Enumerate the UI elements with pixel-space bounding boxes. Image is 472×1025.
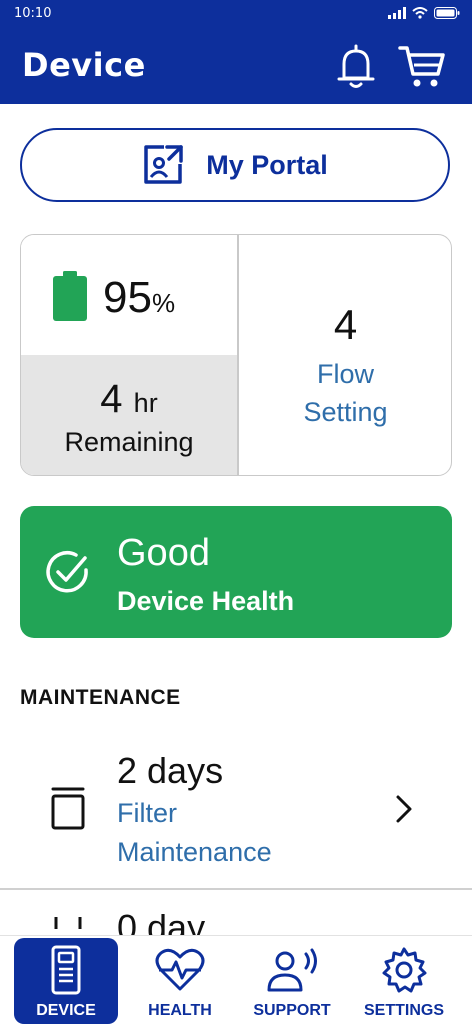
filter-maintenance-item[interactable]: 2 days Filter Maintenance xyxy=(0,740,472,888)
battery-status-icon xyxy=(434,7,460,19)
filter-maintenance-value: 2 days xyxy=(117,750,224,791)
device-health-card[interactable]: Good Device Health xyxy=(20,506,452,638)
status-icons xyxy=(388,7,460,19)
check-circle-icon xyxy=(46,551,88,593)
tab-device-label: DEVICE xyxy=(36,1002,96,1019)
remaining-unit: hr xyxy=(133,388,158,418)
tab-device[interactable]: DEVICE xyxy=(14,938,118,1024)
maintenance-section-title: MAINTENANCE xyxy=(20,686,181,709)
tab-settings[interactable]: SETTINGS xyxy=(352,938,456,1024)
tab-settings-label: SETTINGS xyxy=(363,1002,444,1019)
device-icon xyxy=(51,945,81,995)
filter-label-line2: Maintenance xyxy=(117,837,272,867)
signal-icon xyxy=(388,7,406,19)
flow-label-line1: Flow xyxy=(316,359,374,389)
battery-value: 95 xyxy=(103,273,152,322)
tab-health[interactable]: HEALTH xyxy=(128,938,232,1024)
device-stats-card: 95% 4 hr Remaining 4 Flow Setting xyxy=(20,234,452,476)
battery-percentage: 95% xyxy=(103,273,175,323)
battery-unit: % xyxy=(151,288,176,318)
flow-label: Flow Setting xyxy=(238,355,451,431)
notifications-button[interactable] xyxy=(330,40,382,92)
flow-setting-cell[interactable]: 4 Flow Setting xyxy=(238,235,451,475)
health-status: Good xyxy=(117,532,210,574)
status-time: 10:10 xyxy=(14,6,52,21)
remaining-label: Remaining xyxy=(64,427,194,457)
health-label: Device Health xyxy=(117,586,295,616)
tab-support[interactable]: SUPPORT xyxy=(240,938,344,1024)
second-maintenance-item[interactable]: 0 day xyxy=(0,889,472,935)
my-portal-button[interactable]: My Portal xyxy=(20,128,450,202)
chevron-right-icon xyxy=(396,795,412,823)
portal-icon xyxy=(144,145,183,184)
heart-rate-icon xyxy=(155,948,205,991)
my-portal-label: My Portal xyxy=(206,149,328,180)
tab-support-label: SUPPORT xyxy=(253,1002,331,1019)
battery-icon xyxy=(53,271,87,321)
battery-cell: 95% xyxy=(21,235,237,355)
flow-value: 4 xyxy=(333,301,358,348)
item-icon xyxy=(54,917,82,929)
bell-icon xyxy=(337,44,375,88)
filter-label-line1: Filter xyxy=(117,798,177,828)
remaining-time-cell: 4 hr Remaining xyxy=(21,355,237,475)
remaining-time: 4 hr xyxy=(21,377,237,425)
filter-maintenance-label: Filter Maintenance xyxy=(117,794,272,872)
support-person-icon xyxy=(267,948,317,992)
page-title: Device xyxy=(22,46,146,84)
wifi-icon xyxy=(412,7,428,19)
cart-icon xyxy=(398,46,445,87)
remaining-value: 4 xyxy=(100,377,123,421)
cart-button[interactable] xyxy=(396,40,448,92)
filter-icon xyxy=(51,787,85,830)
second-maintenance-value: 0 day xyxy=(117,907,206,935)
bottom-tab-bar: DEVICE HEALTH SUPPORT SETTINGS xyxy=(0,935,472,1025)
gear-icon xyxy=(382,947,427,993)
flow-label-line2: Setting xyxy=(303,397,388,427)
app-header: Device xyxy=(0,28,472,104)
tab-health-label: HEALTH xyxy=(148,1002,212,1019)
status-bar: 10:10 xyxy=(0,0,472,28)
